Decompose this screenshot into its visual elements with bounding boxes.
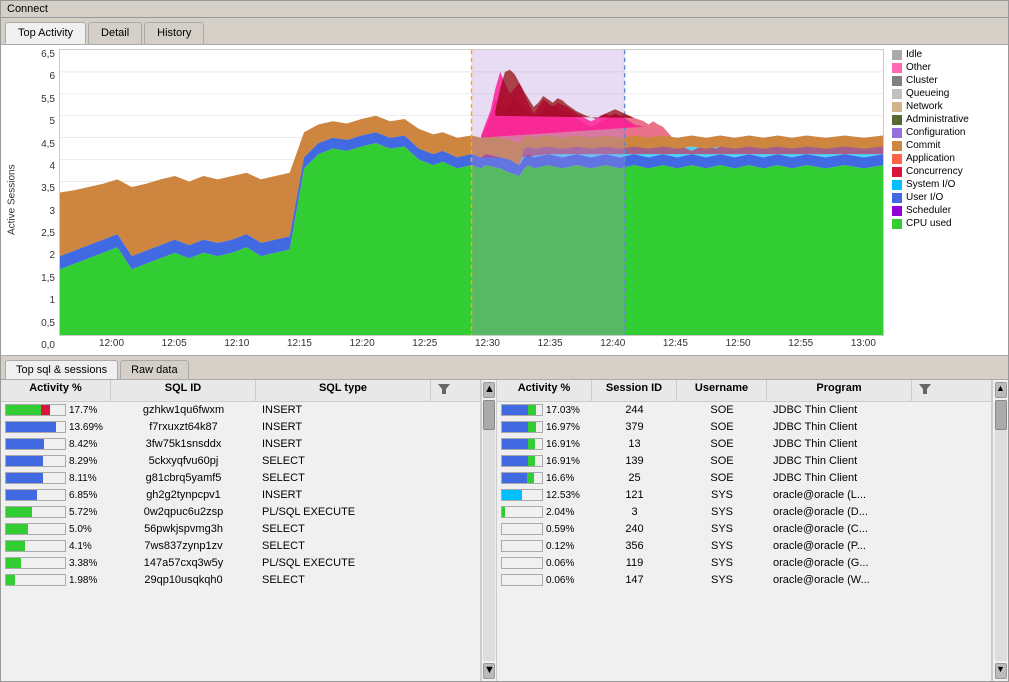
- legend-network-dot: [892, 102, 902, 112]
- sess-scroll-up[interactable]: ▲: [995, 382, 1007, 398]
- table-row: 1.98% 29qp10usqkqh0 SELECT: [1, 572, 480, 589]
- scroll-down-arrow[interactable]: ▼: [483, 663, 495, 679]
- chart-area: Active Sessions 6,5 6 5,5 5 4,5 4 3,5 3 …: [1, 45, 1008, 355]
- legend-sysio-dot: [892, 180, 902, 190]
- y-axis: 6,5 6 5,5 5 4,5 4 3,5 3 2,5 2 1,5 1 0,5 …: [19, 49, 59, 351]
- table-row: 0.12% 356 SYS oracle@oracle (P...: [497, 538, 991, 555]
- table-row: 16.97% 379 SOE JDBC Thin Client: [497, 419, 991, 436]
- tab-detail[interactable]: Detail: [88, 22, 142, 44]
- tab-top-activity[interactable]: Top Activity: [5, 22, 86, 44]
- sql-table-section: Activity % SQL ID SQL type: [1, 380, 481, 681]
- activity-cell: 17.7%: [1, 402, 111, 418]
- scroll-up-arrow[interactable]: ▲: [483, 382, 495, 398]
- legend-cluster: Cluster: [892, 75, 1004, 86]
- sql-table-header: Activity % SQL ID SQL type: [1, 380, 480, 402]
- legend-admin-dot: [892, 115, 902, 125]
- table-row: 12.53% 121 SYS oracle@oracle (L...: [497, 487, 991, 504]
- y-axis-title: Active Sessions: [5, 49, 19, 351]
- scroll-track[interactable]: [483, 400, 495, 661]
- table-row: 0.06% 119 SYS oracle@oracle (G...: [497, 555, 991, 572]
- x-axis: 12:00 12:05 12:10 12:15 12:20 12:25 12:3…: [59, 336, 876, 351]
- sess-col-filter[interactable]: [912, 380, 932, 401]
- tab-raw-data[interactable]: Raw data: [120, 360, 188, 379]
- tables-area: Activity % SQL ID SQL type: [1, 380, 1008, 681]
- sess-scroll-thumb[interactable]: [995, 400, 1007, 430]
- table-row: 8.11% g81cbrq5yamf5 SELECT: [1, 470, 480, 487]
- legend-concurrency-dot: [892, 167, 902, 177]
- legend-app-dot: [892, 154, 902, 164]
- legend-idle-dot: [892, 50, 902, 60]
- table-row: 16.6% 25 SOE JDBC Thin Client: [497, 470, 991, 487]
- legend-application: Application: [892, 153, 1004, 164]
- sql-scrollbar[interactable]: ▲ ▼: [481, 380, 497, 681]
- sess-col-activity: Activity %: [497, 380, 592, 401]
- session-scrollbar[interactable]: ▲ ▼: [992, 380, 1008, 681]
- table-row: 16.91% 13 SOE JDBC Thin Client: [497, 436, 991, 453]
- table-row: 16.91% 139 SOE JDBC Thin Client: [497, 453, 991, 470]
- sess-col-username: Username: [677, 380, 767, 401]
- table-row: 8.29% 5ckxyqfvu60pj SELECT: [1, 453, 480, 470]
- legend-commit: Commit: [892, 140, 1004, 151]
- sess-col-program: Program: [767, 380, 912, 401]
- legend-other: Other: [892, 62, 1004, 73]
- legend-network: Network: [892, 101, 1004, 112]
- session-table-body[interactable]: 17.03% 244 SOE JDBC Thin Client: [497, 402, 991, 622]
- tab-bar: Top Activity Detail History: [1, 18, 1008, 45]
- sess-col-sessionid: Session ID: [592, 380, 677, 401]
- table-row: 6.85% gh2g2tynpcpv1 INSERT: [1, 487, 480, 504]
- legend-configuration: Configuration: [892, 127, 1004, 138]
- sql-col-activity: Activity %: [1, 380, 111, 401]
- legend-user-io: User I/O: [892, 192, 1004, 203]
- tab-history[interactable]: History: [144, 22, 204, 44]
- sql-col-sqlid: SQL ID: [111, 380, 256, 401]
- bottom-section: Top sql & sessions Raw data Activity % S…: [1, 355, 1008, 681]
- table-row: 0.59% 240 SYS oracle@oracle (C...: [497, 521, 991, 538]
- legend-administrative: Administrative: [892, 114, 1004, 125]
- sql-id-cell: gzhkw1qu6fwxm: [111, 402, 256, 418]
- sess-scroll-track[interactable]: [995, 400, 1007, 661]
- session-table-section: Activity % Session ID Username Program: [497, 380, 992, 681]
- legend-scheduler-dot: [892, 206, 902, 216]
- legend-cluster-dot: [892, 76, 902, 86]
- sql-col-filter[interactable]: [431, 380, 451, 401]
- table-row: 17.7% gzhkw1qu6fwxm INSERT: [1, 402, 480, 419]
- table-row: 4.1% 7ws837zynp1zv SELECT: [1, 538, 480, 555]
- bottom-tab-bar: Top sql & sessions Raw data: [1, 356, 1008, 380]
- legend-queueing-dot: [892, 89, 902, 99]
- sql-table-body[interactable]: 17.7% gzhkw1qu6fwxm INSERT 13.69%: [1, 402, 480, 622]
- legend-userio-dot: [892, 193, 902, 203]
- legend-other-dot: [892, 63, 902, 73]
- table-row: 2.04% 3 SYS oracle@oracle (D...: [497, 504, 991, 521]
- legend-idle: Idle: [892, 49, 1004, 60]
- table-row: 3.38% 147a57cxq3w5y PL/SQL EXECUTE: [1, 555, 480, 572]
- session-table-header: Activity % Session ID Username Program: [497, 380, 991, 402]
- table-row: 13.69% f7rxuxzt64k87 INSERT: [1, 419, 480, 436]
- legend-scheduler: Scheduler: [892, 205, 1004, 216]
- legend-concurrency: Concurrency: [892, 166, 1004, 177]
- sess-scroll-down[interactable]: ▼: [995, 663, 1007, 679]
- tab-top-sql-sessions[interactable]: Top sql & sessions: [5, 360, 118, 379]
- main-window: Connect Top Activity Detail History Acti…: [0, 0, 1009, 682]
- legend-cpu: CPU used: [892, 218, 1004, 229]
- sql-type-cell: INSERT: [256, 402, 431, 418]
- table-row: 0.06% 147 SYS oracle@oracle (W...: [497, 572, 991, 589]
- chart-svg: [60, 50, 883, 335]
- sql-col-sqltype: SQL type: [256, 380, 431, 401]
- scroll-thumb[interactable]: [483, 400, 495, 430]
- chart-legend: Idle Other Cluster Queueing Network: [884, 49, 1004, 351]
- legend-config-dot: [892, 128, 902, 138]
- table-row: 5.0% 56pwkjspvmg3h SELECT: [1, 521, 480, 538]
- title-bar: Connect: [1, 1, 1008, 18]
- table-row: 5.72% 0w2qpuc6u2zsp PL/SQL EXECUTE: [1, 504, 480, 521]
- legend-commit-dot: [892, 141, 902, 151]
- table-row: 8.42% 3fw75k1snsddx INSERT: [1, 436, 480, 453]
- chart-main[interactable]: 12:00 12:05 12:10 12:15 12:20 12:25 12:3…: [59, 49, 884, 351]
- window-title: Connect: [7, 3, 48, 15]
- legend-queueing: Queueing: [892, 88, 1004, 99]
- legend-cpu-dot: [892, 219, 902, 229]
- legend-system-io: System I/O: [892, 179, 1004, 190]
- table-row: 17.03% 244 SOE JDBC Thin Client: [497, 402, 991, 419]
- chart-container: Active Sessions 6,5 6 5,5 5 4,5 4 3,5 3 …: [5, 49, 1004, 351]
